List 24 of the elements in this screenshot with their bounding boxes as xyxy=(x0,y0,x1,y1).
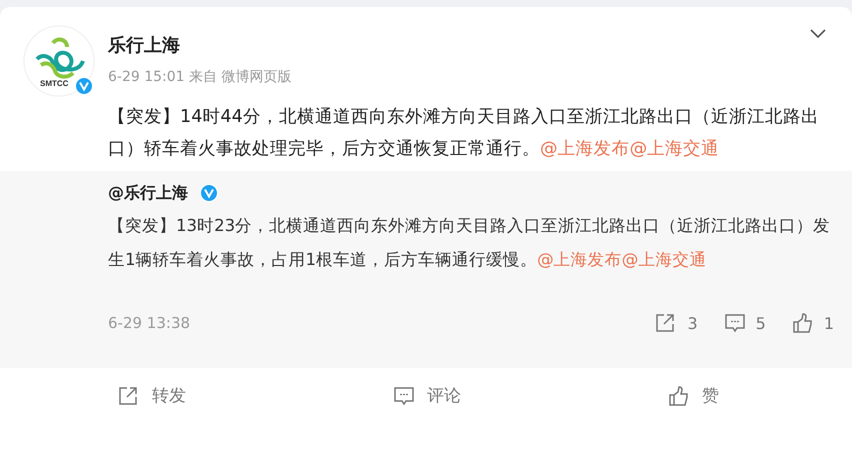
repost-button[interactable]: 转发 xyxy=(118,384,393,407)
retweet-time: 6-29 13:38 xyxy=(108,313,190,333)
thumbs-up-icon xyxy=(668,386,690,406)
post-text: 【突发】14时44分，北横通道西向东外滩方向天目路入口至浙江北路出口（近浙江北路出口）轿车着火事故处理完毕，后方交通恢复正常通行。@上海发布@上海交通 xyxy=(108,106,820,161)
like-button[interactable]: 赞 xyxy=(668,384,719,407)
logo-drawing xyxy=(23,25,95,97)
mention-link[interactable]: @上海发布 xyxy=(540,139,630,159)
mention-link[interactable]: @上海发布 xyxy=(537,250,622,269)
post-time: 6-29 15:01 来自 微博网页版 xyxy=(108,68,292,87)
comment-button[interactable]: 评论 xyxy=(393,384,668,407)
author-name[interactable]: 乐行上海 xyxy=(108,33,292,59)
retweet-author[interactable]: @乐行上海 xyxy=(108,181,188,205)
thumbs-up-icon xyxy=(792,313,814,333)
repost-count[interactable]: 3 xyxy=(687,314,698,332)
comment-count[interactable]: 5 xyxy=(756,314,766,332)
mention-link[interactable]: @上海交通 xyxy=(630,139,720,159)
logo-label: SMTCC xyxy=(40,79,68,88)
mention-link[interactable]: @上海交通 xyxy=(622,250,706,269)
comment-icon xyxy=(724,313,746,333)
share-icon xyxy=(118,386,140,406)
comment-icon xyxy=(393,386,415,406)
like-count[interactable]: 1 xyxy=(824,314,834,332)
retweet-text: 【突发】13时23分，北横通道西向东外滩方向天目路入口至浙江北路出口（近浙江北路出口）发生1辆轿车着火事故，占用1根车道，后方车辆通行缓慢。@上海发布@上海交通 xyxy=(108,215,832,271)
chevron-down-icon[interactable] xyxy=(810,29,826,39)
